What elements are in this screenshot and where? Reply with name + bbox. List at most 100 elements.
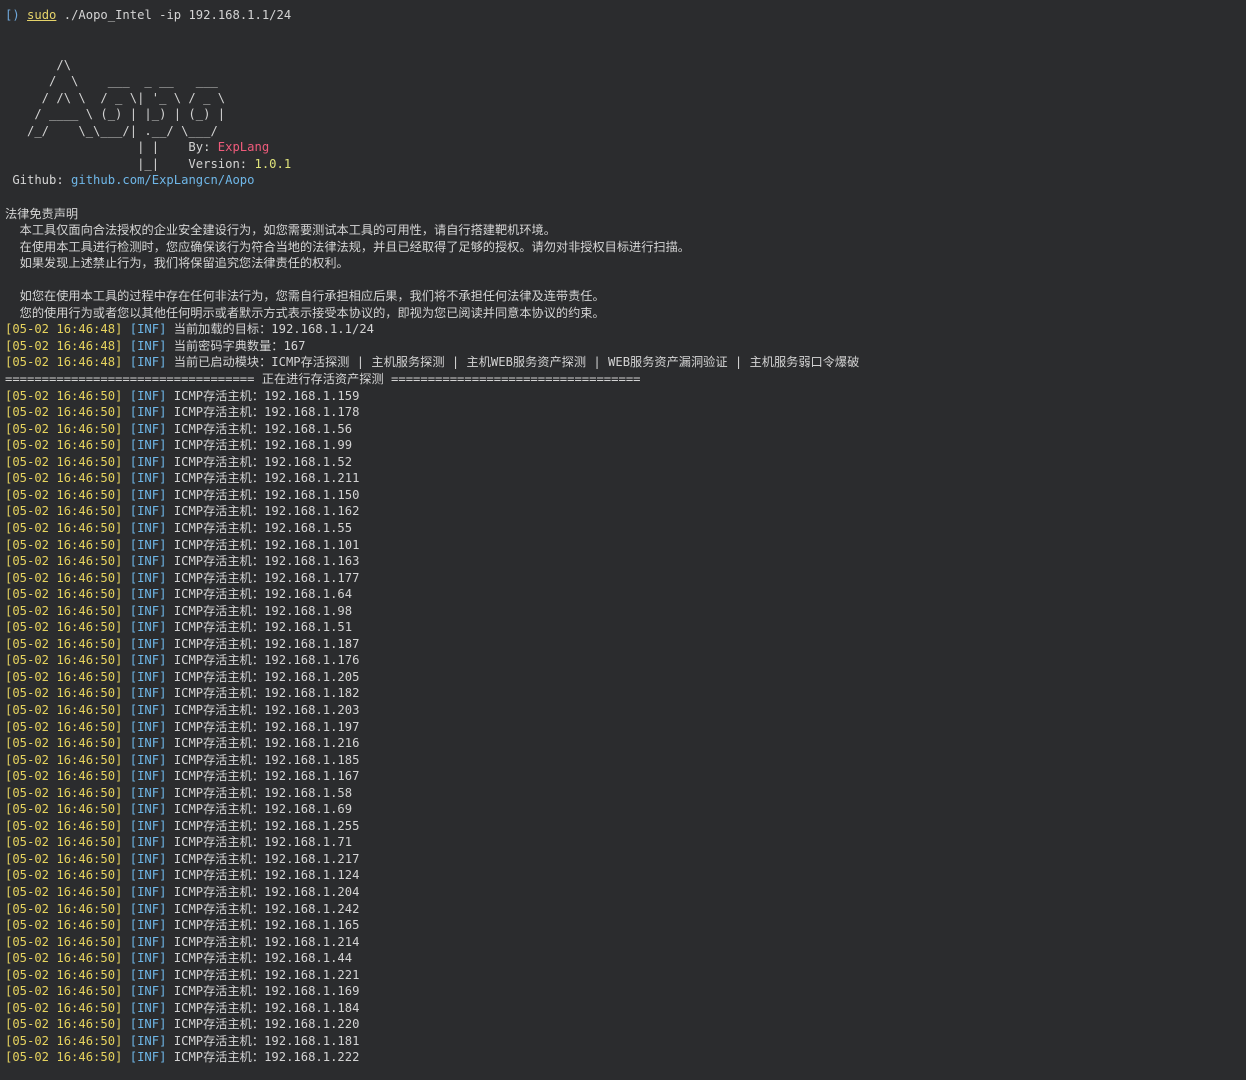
host-ip: 192.168.1.178	[264, 405, 360, 420]
log-message: 当前已启动模块：ICMP存活探测 | 主机服务探测 | 主机WEB服务资产探测 …	[166, 355, 860, 370]
disclaimer-line: 如果发现上述禁止行为，我们将保留追究您法律责任的权利。	[5, 256, 349, 271]
ascii-logo-fragment: |_| Version:	[5, 156, 255, 171]
host-log-line: [05-02 16:46:50] [INF] ICMP存活主机：192.168.…	[5, 818, 1246, 835]
log-timestamp: [05-02 16:46:50]	[5, 636, 123, 651]
host-log-prefix: ICMP存活主机：	[166, 802, 265, 817]
host-log-prefix: ICMP存活主机：	[166, 537, 265, 552]
host-log-prefix: ICMP存活主机：	[166, 636, 265, 651]
host-log-line: [05-02 16:46:50] [INF] ICMP存活主机：192.168.…	[5, 537, 1246, 554]
log-level: [INF]	[129, 653, 167, 668]
log-timestamp: [05-02 16:46:50]	[5, 1000, 123, 1015]
disclaimer-line: 在使用本工具进行检测时，您应确保该行为符合当地的法律法规，并且已经取得了足够的授…	[5, 239, 690, 254]
log-level: [INF]	[129, 785, 167, 800]
log-level: [INF]	[129, 951, 167, 966]
ascii-logo: /\ / \ ___ _ __ ___ / /\ \ / _ \| '_ \ /…	[5, 57, 1246, 189]
terminal-output[interactable]: [) sudo ./Aopo_Intel -ip 192.168.1.1/24 …	[0, 0, 1246, 1080]
log-level: [INF]	[129, 537, 167, 552]
log-level: [INF]	[129, 818, 167, 833]
log-level: [INF]	[129, 454, 167, 469]
host-log-prefix: ICMP存活主机：	[166, 901, 265, 916]
host-ip: 192.168.1.214	[264, 934, 360, 949]
host-log-prefix: ICMP存活主机：	[166, 388, 265, 403]
host-log-prefix: ICMP存活主机：	[166, 967, 265, 982]
log-timestamp: [05-02 16:46:50]	[5, 405, 123, 420]
host-log-prefix: ICMP存活主机：	[166, 504, 265, 519]
host-log-prefix: ICMP存活主机：	[166, 405, 265, 420]
log-timestamp: [05-02 16:46:50]	[5, 554, 123, 569]
host-log-prefix: ICMP存活主机：	[166, 520, 265, 535]
log-timestamp: [05-02 16:46:50]	[5, 587, 123, 602]
command-sudo: sudo	[27, 8, 57, 22]
host-log-prefix: ICMP存活主机：	[166, 669, 265, 684]
host-log-prefix: ICMP存活主机：	[166, 1050, 265, 1065]
host-log-line: [05-02 16:46:50] [INF] ICMP存活主机：192.168.…	[5, 437, 1246, 454]
command-line: [) sudo ./Aopo_Intel -ip 192.168.1.1/24	[5, 7, 1246, 24]
log-timestamp: [05-02 16:46:48]	[5, 322, 123, 337]
host-ip: 192.168.1.187	[264, 636, 360, 651]
host-log-line: [05-02 16:46:50] [INF] ICMP存活主机：192.168.…	[5, 503, 1246, 520]
host-log-line: [05-02 16:46:50] [INF] ICMP存活主机：192.168.…	[5, 752, 1246, 769]
host-log-line: [05-02 16:46:50] [INF] ICMP存活主机：192.168.…	[5, 685, 1246, 702]
host-log-prefix: ICMP存活主机：	[166, 785, 265, 800]
host-ip: 192.168.1.203	[264, 702, 360, 717]
ascii-logo-line: / \ ___ _ __ ___	[5, 74, 218, 89]
log-level: [INF]	[129, 520, 167, 535]
host-ip: 192.168.1.150	[264, 487, 360, 502]
log-timestamp: [05-02 16:46:50]	[5, 868, 123, 883]
log-timestamp: [05-02 16:46:50]	[5, 653, 123, 668]
host-log-prefix: ICMP存活主机：	[166, 421, 265, 436]
info-logs: [05-02 16:46:48] [INF] 当前加载的目标：192.168.1…	[5, 321, 1246, 371]
log-level: [INF]	[129, 504, 167, 519]
disclaimer-line: 您的使用行为或者您以其他任何明示或者默示方式表示接受本协议的，即视为您已阅读并同…	[5, 305, 605, 320]
host-ip: 192.168.1.182	[264, 686, 360, 701]
host-log-line: [05-02 16:46:50] [INF] ICMP存活主机：192.168.…	[5, 652, 1246, 669]
ascii-logo-line: / /\ \ / _ \| '_ \ / _ \	[5, 90, 226, 105]
host-ip: 192.168.1.99	[264, 438, 353, 453]
host-log-prefix: ICMP存活主机：	[166, 934, 265, 949]
log-level: [INF]	[129, 967, 167, 982]
log-level: [INF]	[129, 487, 167, 502]
host-log-line: [05-02 16:46:50] [INF] ICMP存活主机：192.168.…	[5, 901, 1246, 918]
log-timestamp: [05-02 16:46:50]	[5, 951, 123, 966]
log-message: 当前加载的目标：192.168.1.1/24	[166, 322, 374, 337]
log-level: [INF]	[129, 918, 167, 933]
host-log-line: [05-02 16:46:50] [INF] ICMP存活主机：192.168.…	[5, 421, 1246, 438]
host-log-line: [05-02 16:46:50] [INF] ICMP存活主机：192.168.…	[5, 834, 1246, 851]
log-timestamp: [05-02 16:46:50]	[5, 520, 123, 535]
log-level: [INF]	[129, 884, 167, 899]
host-log-list: [05-02 16:46:50] [INF] ICMP存活主机：192.168.…	[5, 388, 1246, 1066]
host-log-line: [05-02 16:46:50] [INF] ICMP存活主机：192.168.…	[5, 619, 1246, 636]
host-log-line: [05-02 16:46:50] [INF] ICMP存活主机：192.168.…	[5, 785, 1246, 802]
host-ip: 192.168.1.56	[264, 421, 353, 436]
host-log-line: [05-02 16:46:50] [INF] ICMP存活主机：192.168.…	[5, 851, 1246, 868]
host-ip: 192.168.1.44	[264, 951, 353, 966]
host-log-line: [05-02 16:46:50] [INF] ICMP存活主机：192.168.…	[5, 867, 1246, 884]
host-ip: 192.168.1.211	[264, 471, 360, 486]
host-log-prefix: ICMP存活主机：	[166, 951, 265, 966]
log-level: [INF]	[129, 835, 167, 850]
log-timestamp: [05-02 16:46:50]	[5, 736, 123, 751]
github-link[interactable]: github.com/ExpLangcn/Aopo	[71, 173, 254, 187]
log-level: [INF]	[129, 570, 167, 585]
host-log-prefix: ICMP存活主机：	[166, 702, 265, 717]
prompt-marker: [)	[5, 8, 20, 22]
host-ip: 192.168.1.159	[264, 388, 360, 403]
log-level: [INF]	[129, 603, 167, 618]
host-log-line: [05-02 16:46:50] [INF] ICMP存活主机：192.168.…	[5, 1033, 1246, 1050]
host-log-prefix: ICMP存活主机：	[166, 653, 265, 668]
host-ip: 192.168.1.163	[264, 554, 360, 569]
host-ip: 192.168.1.51	[264, 620, 353, 635]
log-level: [INF]	[129, 338, 167, 353]
log-timestamp: [05-02 16:46:50]	[5, 620, 123, 635]
log-level: [INF]	[129, 636, 167, 651]
host-log-line: [05-02 16:46:50] [INF] ICMP存活主机：192.168.…	[5, 470, 1246, 487]
host-ip: 192.168.1.222	[264, 1050, 360, 1065]
log-line: [05-02 16:46:48] [INF] 当前密码字典数量：167	[5, 338, 1246, 355]
host-log-line: [05-02 16:46:50] [INF] ICMP存活主机：192.168.…	[5, 454, 1246, 471]
host-log-line: [05-02 16:46:50] [INF] ICMP存活主机：192.168.…	[5, 570, 1246, 587]
log-timestamp: [05-02 16:46:48]	[5, 355, 123, 370]
ascii-logo-line: /_/ \_\___/| .__/ \___/	[5, 123, 218, 138]
log-timestamp: [05-02 16:46:50]	[5, 918, 123, 933]
